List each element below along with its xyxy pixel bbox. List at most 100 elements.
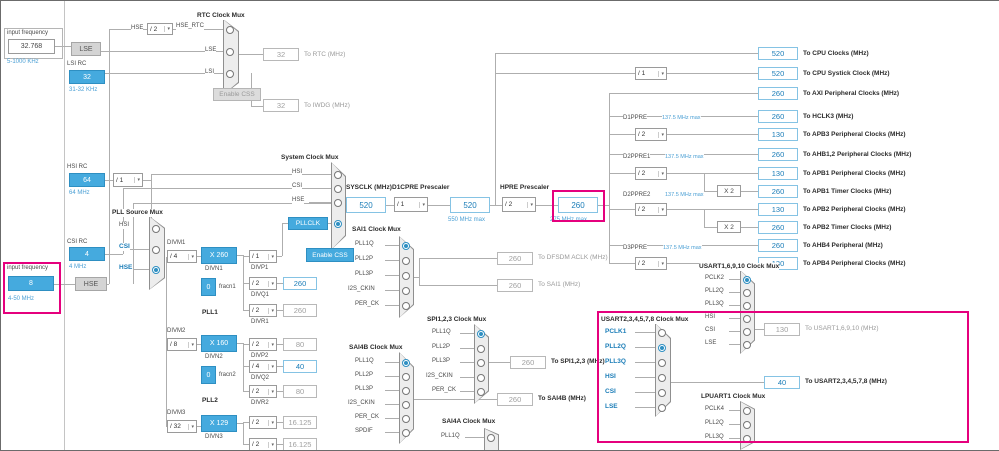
fracn2-input[interactable]: 0 bbox=[201, 366, 216, 384]
divm3-label: DIVM3 bbox=[167, 410, 186, 418]
combo-value: / 1 bbox=[252, 253, 260, 260]
divm3-combo[interactable]: / 32 ▾ bbox=[167, 420, 197, 433]
wire bbox=[309, 188, 331, 189]
systick-prescaler-combo[interactable]: / 1 ▾ bbox=[635, 67, 667, 80]
d1cpre-combo[interactable]: / 1 ▾ bbox=[394, 197, 428, 212]
pll-source-csi-radio[interactable] bbox=[152, 246, 160, 254]
d3ppre-combo[interactable]: / 2 ▾ bbox=[635, 257, 667, 270]
sai4b-mux-radio-1[interactable] bbox=[402, 359, 410, 367]
divp2-combo[interactable]: / 2 ▾ bbox=[249, 338, 277, 351]
apb1-timer-value: 260 bbox=[758, 185, 798, 198]
rtc-hse-prescaler-combo[interactable]: / 2 ▾ bbox=[147, 23, 173, 35]
sys-enable-css-button[interactable]: Enable CSS bbox=[306, 248, 354, 262]
hsi-divider-combo[interactable]: / 1 ▾ bbox=[113, 173, 143, 187]
sai1-mux-radio-1[interactable] bbox=[402, 242, 410, 250]
chevron-down-icon: ▾ bbox=[268, 441, 274, 448]
sai4a-input-label: PLL1Q bbox=[441, 433, 460, 441]
spi123-mux-radio-1[interactable] bbox=[477, 330, 485, 338]
divq1-combo[interactable]: / 2 ▾ bbox=[249, 277, 277, 290]
sai4b-mux-radio-3[interactable] bbox=[402, 387, 410, 395]
divr2-combo[interactable]: / 2 ▾ bbox=[249, 385, 277, 398]
usart234578-clock-label: To USART2,3,4,5,7,8 (MHz) bbox=[805, 378, 887, 385]
divn1-multiplier[interactable]: X 260 bbox=[201, 247, 237, 264]
lpuart1-mux-radio-3[interactable] bbox=[743, 435, 751, 443]
usart16910-mux-pll3q-radio[interactable] bbox=[743, 302, 751, 310]
hpre-combo[interactable]: / 2 ▾ bbox=[502, 197, 536, 212]
sai1-mux-radio-4[interactable] bbox=[402, 287, 410, 295]
sai4b-mux-radio-5[interactable] bbox=[402, 415, 410, 423]
spi123-mux-radio-2[interactable] bbox=[477, 345, 485, 353]
combo-value: / 2 bbox=[150, 25, 158, 33]
pll-source-hse-radio[interactable] bbox=[152, 266, 160, 274]
wire bbox=[243, 343, 244, 392]
sai4b-input-label: PER_CK bbox=[355, 414, 380, 422]
lsi-rc-range: 31-32 KHz bbox=[69, 87, 98, 93]
chevron-down-icon: ▾ bbox=[658, 70, 664, 77]
rtc-hse-rtc-label: HSE_RTC bbox=[176, 23, 204, 31]
sai4b-input-label: SPDIF bbox=[355, 428, 373, 436]
pll-source-hsi-radio[interactable] bbox=[152, 225, 160, 233]
sai1-mux-radio-5[interactable] bbox=[402, 302, 410, 310]
sys-mux-csi-radio[interactable] bbox=[334, 185, 342, 193]
spi123-mux-radio-3[interactable] bbox=[477, 359, 485, 367]
sys-mux-pllclk-radio[interactable] bbox=[334, 220, 342, 228]
wire bbox=[414, 399, 497, 400]
usart16910-mux-pll2q-radio[interactable] bbox=[743, 289, 751, 297]
sai4b-mux-radio-4[interactable] bbox=[402, 401, 410, 409]
usart234578-mux-pll3q-radio[interactable] bbox=[658, 359, 666, 367]
divq2-combo[interactable]: / 4 ▾ bbox=[249, 360, 277, 373]
wire bbox=[385, 404, 399, 405]
sai4b-mux-radio-2[interactable] bbox=[402, 373, 410, 381]
usart234578-mux-pclk1-radio[interactable] bbox=[658, 329, 666, 337]
divp1-combo[interactable]: / 1 ▾ bbox=[249, 250, 277, 263]
d1ppre-combo[interactable]: / 2 ▾ bbox=[635, 128, 667, 141]
wire bbox=[729, 410, 740, 411]
wire bbox=[239, 54, 263, 55]
wire bbox=[609, 93, 758, 94]
sys-mux-hsi-radio[interactable] bbox=[334, 171, 342, 179]
apb4-clocks-label: To APB4 Peripheral Clocks (MHz) bbox=[803, 260, 906, 267]
d2ppre1-combo[interactable]: / 2 ▾ bbox=[635, 167, 667, 180]
lpuart1-mux-radio-2[interactable] bbox=[743, 421, 751, 429]
divm2-combo[interactable]: / 8 ▾ bbox=[167, 338, 197, 351]
usart16910-mux-pclk2-radio[interactable] bbox=[743, 276, 751, 284]
divp3-combo[interactable]: / 2 ▾ bbox=[249, 416, 277, 429]
spi123-mux-radio-4[interactable] bbox=[477, 374, 485, 382]
hse-frequency-input[interactable]: 8 bbox=[8, 276, 54, 291]
usart16910-mux-csi-radio[interactable] bbox=[743, 328, 751, 336]
usart16910-mux-lse-radio[interactable] bbox=[743, 341, 751, 349]
sys-csi-label: CSI bbox=[292, 183, 303, 191]
sai1-mux-radio-3[interactable] bbox=[402, 272, 410, 280]
rtc-mux-lse-radio[interactable] bbox=[226, 48, 234, 56]
spi123-mux-radio-5[interactable] bbox=[477, 388, 485, 396]
sai4b-mux-radio-6[interactable] bbox=[402, 429, 410, 437]
divn2-multiplier[interactable]: X 160 bbox=[201, 335, 237, 352]
usart234578-mux-pll2q-radio[interactable] bbox=[658, 344, 666, 352]
chevron-down-icon: ▾ bbox=[658, 170, 664, 177]
lpuart1-mux-radio-1[interactable] bbox=[743, 407, 751, 415]
divr1-combo[interactable]: / 2 ▾ bbox=[249, 304, 277, 317]
fracn1-input[interactable]: 0 bbox=[201, 278, 216, 296]
rtc-mux-hse-rtc-radio[interactable] bbox=[226, 26, 234, 34]
usart234578-mux-lse-radio[interactable] bbox=[658, 404, 666, 412]
divq1-label: DIVQ1 bbox=[251, 292, 270, 300]
lse-frequency-input[interactable]: 32.768 bbox=[8, 39, 55, 54]
divq3-combo[interactable]: / 2 ▾ bbox=[249, 438, 277, 450]
divn3-multiplier[interactable]: X 129 bbox=[201, 415, 237, 432]
spi123-mux-title: SPI1,2,3 Clock Mux bbox=[427, 316, 487, 324]
sys-mux-hse-radio[interactable] bbox=[334, 199, 342, 207]
divq2-label: DIVQ2 bbox=[251, 375, 270, 383]
spi123-input-label: I2S_CKIN bbox=[426, 373, 453, 381]
usart16910-clock-value: 130 bbox=[764, 323, 800, 336]
wire bbox=[385, 418, 399, 419]
usart234578-mux-hsi-radio[interactable] bbox=[658, 374, 666, 382]
usart16910-mux-hsi-radio[interactable] bbox=[743, 315, 751, 323]
hse-frequency-label: input frequency bbox=[7, 265, 49, 273]
d2ppre2-combo[interactable]: / 2 ▾ bbox=[635, 203, 667, 216]
sai1-mux-radio-2[interactable] bbox=[402, 257, 410, 265]
rtc-mux-lsi-radio[interactable] bbox=[226, 70, 234, 78]
divm1-combo[interactable]: / 4 ▾ bbox=[167, 250, 197, 263]
wire bbox=[729, 424, 740, 425]
usart234578-mux-csi-radio[interactable] bbox=[658, 389, 666, 397]
sai4a-mux-radio-1[interactable] bbox=[487, 434, 495, 442]
